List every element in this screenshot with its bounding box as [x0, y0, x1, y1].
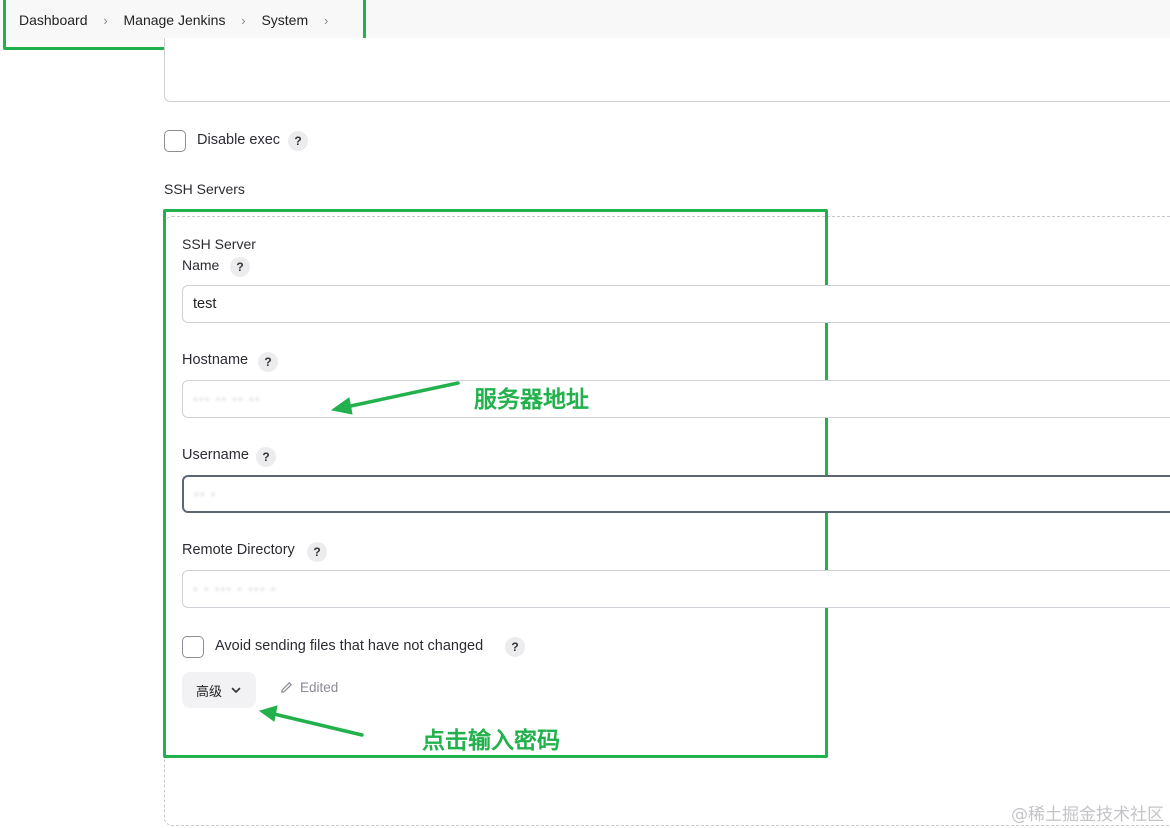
watermark: @稀土掘金技术社区: [1011, 805, 1164, 825]
hostname-arrowhead: [330, 397, 353, 415]
advanced-arrow: [272, 712, 364, 737]
advanced-annotation: 点击输入密码: [422, 728, 560, 754]
annotation-arrows: [258, 381, 460, 737]
advanced-arrowhead: [258, 705, 278, 722]
hostname-annotation: 服务器地址: [474, 387, 589, 413]
hostname-arrow: [344, 381, 460, 409]
